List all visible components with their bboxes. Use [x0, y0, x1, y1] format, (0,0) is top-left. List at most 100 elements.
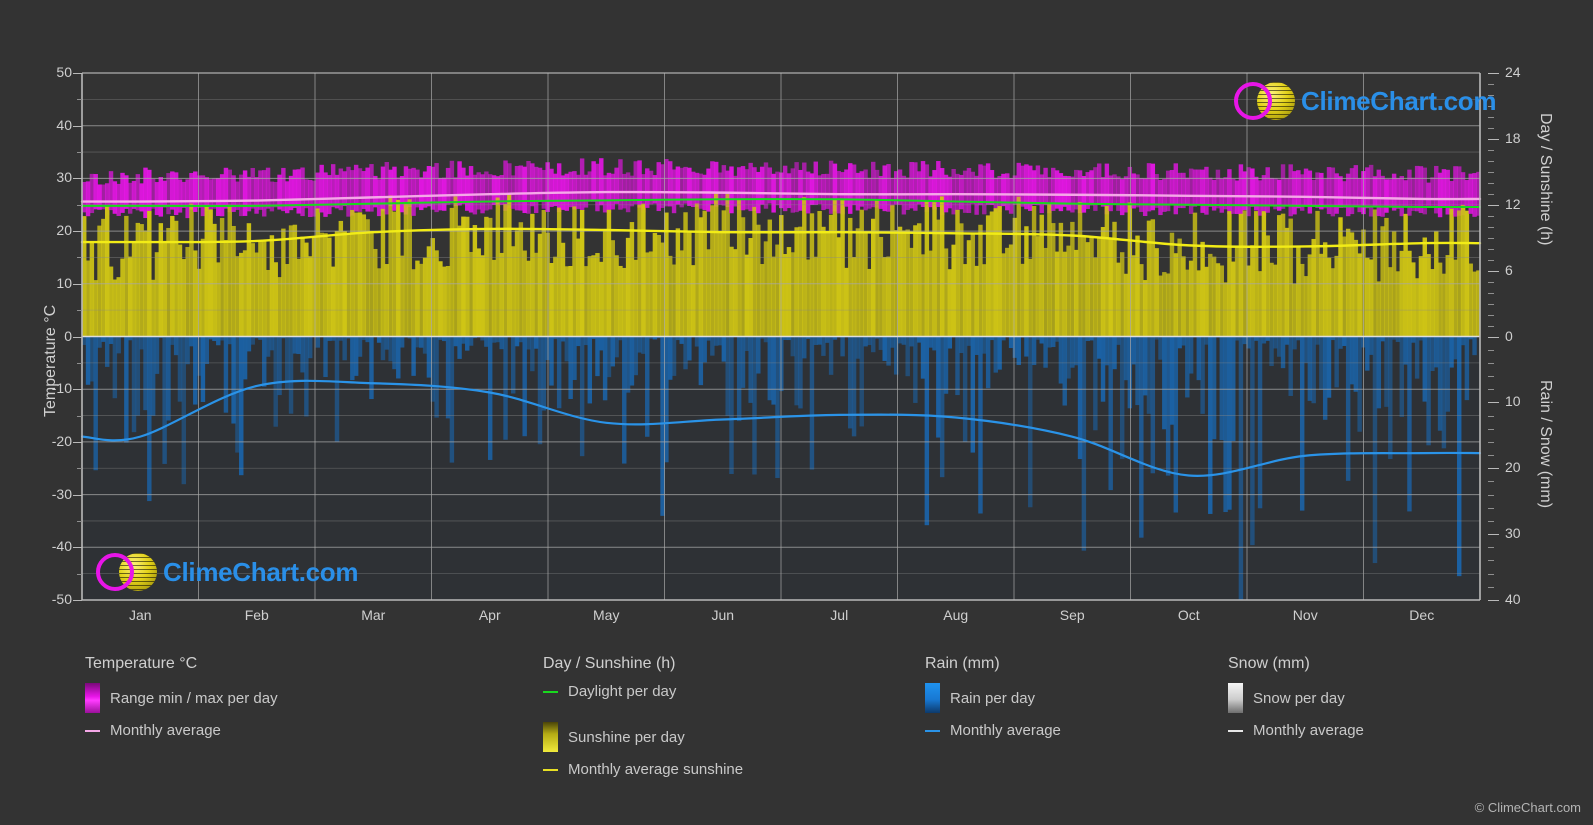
y-axis-right-minor-tick — [1488, 303, 1494, 305]
logo-ring-icon — [1234, 82, 1272, 120]
legend-item[interactable]: Sunshine per day — [543, 722, 685, 752]
climechart-logo-bottom[interactable]: ClimeChart.com — [96, 553, 358, 591]
y-axis-right-minor-tick — [1488, 127, 1494, 129]
y-axis-right-minor-tick — [1488, 325, 1494, 327]
y-axis-left-tick-label: 0 — [64, 327, 72, 344]
x-axis-tick-dec: Dec — [1409, 607, 1435, 623]
legend-group-title: Snow (mm) — [1228, 655, 1310, 672]
y-axis-left-tick-label: 30 — [56, 169, 72, 186]
y-axis-left-tick-mark — [73, 336, 82, 338]
legend-group-title: Day / Sunshine (h) — [543, 655, 676, 672]
y-axis-right-top-tick-label-mark — [1488, 270, 1499, 272]
y-axis-left-tick-mark — [73, 547, 82, 549]
legend-item[interactable]: Monthly average sunshine — [543, 761, 743, 778]
y-axis-right-top-tick-label: 12 — [1505, 195, 1521, 212]
legend-item-label: Monthly average sunshine — [568, 761, 744, 778]
y-axis-right-top-tick-label: 6 — [1505, 261, 1513, 278]
legend-item[interactable]: Monthly average — [85, 722, 221, 739]
y-axis-right-minor-tick — [1488, 520, 1494, 522]
legend-item-label: Rain per day — [950, 689, 1036, 707]
legend-item[interactable]: Monthly average — [1228, 722, 1364, 739]
legend-swatch-line — [543, 690, 558, 693]
y-axis-right-minor-tick — [1488, 415, 1494, 417]
y-axis-right-minor-tick — [1488, 349, 1494, 351]
x-axis-tick-jul: Jul — [830, 607, 849, 623]
y-axis-right-minor-tick — [1488, 215, 1494, 217]
y-axis-right-minor-tick — [1488, 428, 1494, 430]
legend-swatch-line — [1228, 729, 1243, 732]
y-axis-right-minor-tick — [1488, 292, 1494, 294]
y-axis-left-minor-tick — [77, 152, 82, 154]
y-axis-left-tick-label: -20 — [51, 432, 72, 449]
y-axis-left-minor-tick — [77, 362, 82, 364]
y-axis-left-tick-mark — [73, 389, 82, 391]
y-axis-right-top-tick-label-mark — [1488, 138, 1499, 140]
x-axis-tick-aug: Aug — [943, 607, 969, 623]
y-axis-right-minor-tick — [1488, 573, 1494, 575]
legend-swatch-line-wrap — [85, 729, 100, 732]
legend-swatch-box — [925, 683, 940, 713]
y-axis-right-minor-tick — [1488, 314, 1494, 316]
y-axis-right-minor-tick — [1488, 248, 1494, 250]
y-axis-right-minor-tick — [1488, 389, 1494, 391]
legend-item[interactable]: Daylight per day — [543, 683, 676, 700]
y-axis-right-top-tick-label: 18 — [1505, 129, 1521, 146]
x-axis-tick-jan: Jan — [128, 607, 152, 623]
climechart-logo-top[interactable]: ClimeChart.com — [1234, 82, 1496, 120]
y-axis-left-tick-mark — [73, 600, 82, 601]
y-axis-left-minor-tick — [77, 99, 82, 101]
logo-wordmark: ClimeChart.com — [163, 556, 359, 587]
x-axis-tick-oct: Oct — [1177, 607, 1200, 623]
y-axis-right-minor-tick — [1488, 237, 1494, 239]
y-axis-left-tick-label: -50 — [51, 591, 72, 607]
y-axis-left-minor-tick — [77, 468, 82, 470]
x-axis-tick-sep: Sep — [1059, 607, 1085, 623]
y-axis-right-bottom-tick-label: 20 — [1505, 459, 1521, 476]
legend-item[interactable]: Monthly average — [925, 722, 1061, 739]
y-axis-left-minor-tick — [77, 520, 82, 522]
y-axis-right-minor-tick — [1488, 226, 1494, 228]
legend-item-label: Range min / max per day — [110, 689, 278, 707]
legend-item[interactable]: Snow per day — [1228, 683, 1345, 713]
y-axis-left-tick-label: 20 — [56, 222, 72, 239]
y-axis-right-top-tick-label-mark — [1488, 204, 1499, 206]
copyright-notice: © ClimeChart.com — [1474, 800, 1581, 815]
y-axis-right-minor-tick — [1488, 259, 1494, 261]
y-axis-right-top-tick-label-mark — [1488, 73, 1499, 74]
legend-swatch-box — [1228, 683, 1243, 713]
y-axis-left-title: Temperature °C — [42, 304, 59, 417]
y-axis-right-bottom-title: Rain / Snow (mm) — [1537, 380, 1554, 509]
y-axis-right-minor-tick — [1488, 481, 1494, 483]
y-axis-left-tick-label: 50 — [56, 64, 72, 80]
y-axis-right-bottom-tick-label: 40 — [1505, 591, 1521, 607]
legend-swatch-box — [85, 683, 100, 713]
legend-swatch-line-wrap — [925, 729, 940, 732]
y-axis-right-minor-tick — [1488, 455, 1494, 457]
legend-swatch-box — [543, 722, 558, 752]
y-axis-left-tick-label: -30 — [51, 485, 72, 502]
legend-item-label: Sunshine per day — [568, 728, 685, 746]
y-axis-left-tick-mark — [73, 73, 82, 74]
legend-swatch-line — [543, 768, 558, 771]
y-axis-left-tick-mark — [73, 178, 82, 180]
legend-item[interactable]: Rain per day — [925, 683, 1035, 713]
legend-item-label: Snow per day — [1253, 689, 1345, 707]
y-axis-right-minor-tick — [1488, 281, 1494, 283]
y-axis-right-minor-tick — [1488, 193, 1494, 195]
legend-item-label: Monthly average — [1253, 722, 1364, 739]
y-axis-left-tick-mark — [73, 441, 82, 443]
y-axis-left-minor-tick — [77, 310, 82, 312]
y-axis-right-minor-tick — [1488, 182, 1494, 184]
y-axis-right-bottom-tick-label: 30 — [1505, 525, 1521, 542]
y-axis-right-minor-tick — [1488, 507, 1494, 509]
y-axis-right-bottom-tick-label-mark — [1488, 534, 1499, 536]
legend-item-label: Monthly average — [950, 722, 1061, 739]
y-axis-right-minor-tick — [1488, 494, 1494, 496]
y-axis-left-tick-mark — [73, 231, 82, 233]
y-axis-right-bottom-tick-label-mark — [1488, 600, 1499, 601]
legend-swatch-line-wrap — [543, 768, 558, 771]
legend-swatch-line — [85, 729, 100, 732]
legend-item-label: Daylight per day — [568, 683, 677, 700]
legend-item[interactable]: Range min / max per day — [85, 683, 278, 713]
y-axis-right-top-tick-label: 24 — [1505, 64, 1521, 80]
